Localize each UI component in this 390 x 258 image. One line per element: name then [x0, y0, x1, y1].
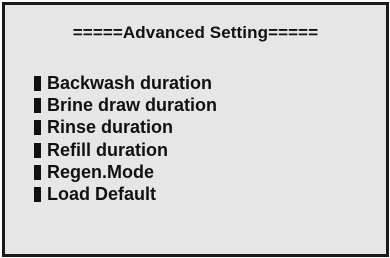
lcd-screen: =====Advanced Setting===== Backwash dura…	[2, 2, 389, 257]
settings-menu: Backwash duration Brine draw duration Ri…	[34, 72, 217, 206]
bullet-marker-icon	[34, 97, 41, 113]
menu-item-rinse-duration[interactable]: Rinse duration	[34, 117, 217, 139]
menu-item-regen-mode[interactable]: Regen.Mode	[34, 161, 217, 183]
bullet-marker-icon	[34, 75, 41, 91]
bullet-marker-icon	[34, 120, 41, 136]
menu-item-load-default[interactable]: Load Default	[34, 183, 217, 205]
menu-item-label: Refill duration	[47, 139, 168, 160]
menu-item-label: Rinse duration	[47, 117, 174, 138]
menu-item-label: Brine draw duration	[47, 94, 218, 115]
menu-item-label: Load Default	[47, 184, 157, 205]
bullet-marker-icon	[34, 187, 41, 203]
screen-title: =====Advanced Setting=====	[72, 23, 319, 42]
bullet-marker-icon	[34, 142, 41, 158]
menu-item-backwash-duration[interactable]: Backwash duration	[34, 72, 217, 94]
bullet-marker-icon	[34, 164, 41, 180]
menu-item-label: Backwash duration	[47, 72, 213, 93]
menu-item-label: Regen.Mode	[47, 161, 155, 182]
menu-item-refill-duration[interactable]: Refill duration	[34, 139, 217, 161]
menu-item-brine-draw-duration[interactable]: Brine draw duration	[34, 94, 217, 116]
